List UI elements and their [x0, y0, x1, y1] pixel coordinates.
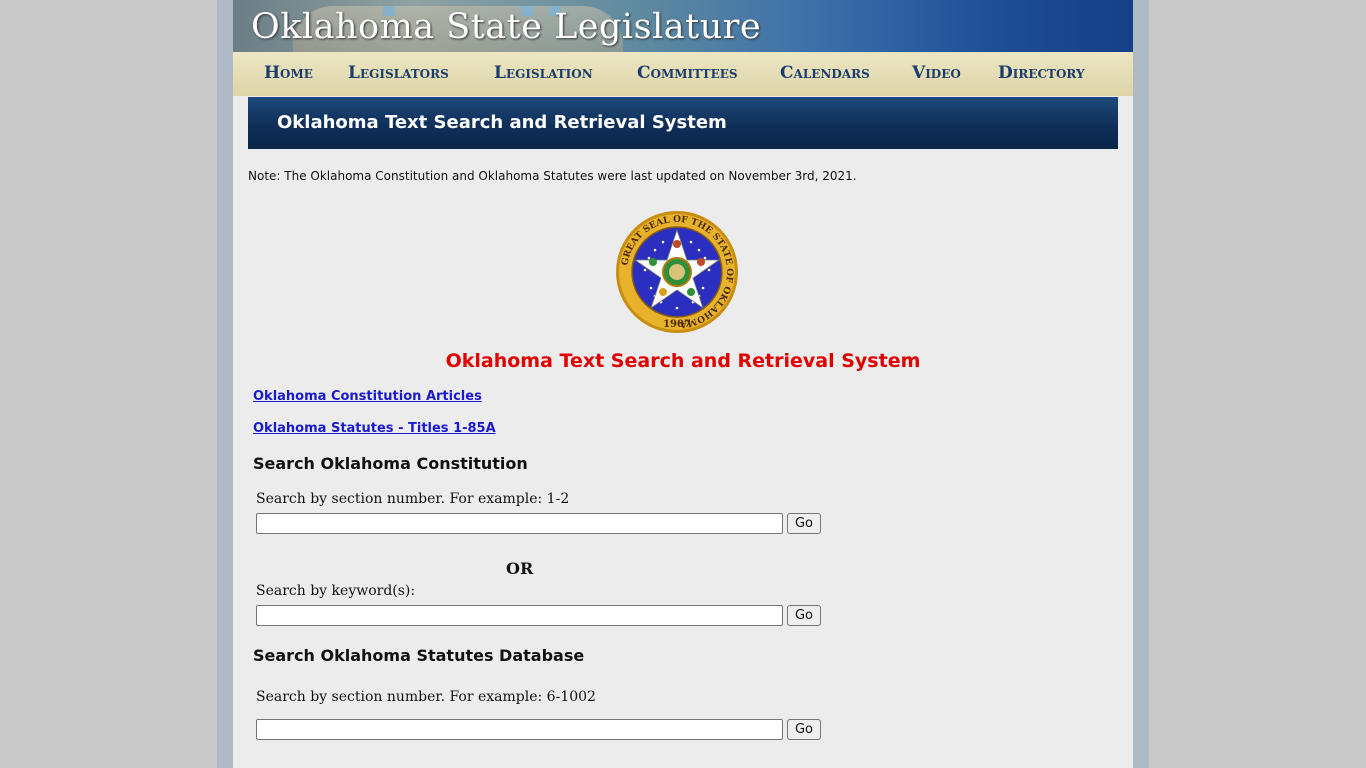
section-header: Oklahoma Text Search and Retrieval Syste…: [248, 97, 1118, 149]
page-container: Oklahoma State Legislature Home Legislat…: [233, 0, 1133, 768]
constitution-section-go-button[interactable]: Go: [787, 513, 821, 534]
nav-committees[interactable]: Committees: [637, 63, 738, 83]
nav-directory[interactable]: Directory: [998, 63, 1085, 83]
statutes-section-go-button[interactable]: Go: [787, 719, 821, 740]
constitution-keyword-go-button[interactable]: Go: [787, 605, 821, 626]
statutes-section-input[interactable]: [256, 719, 783, 740]
left-page-shadow: [217, 0, 233, 768]
nav-legislation[interactable]: Legislation: [494, 63, 593, 83]
oklahoma-seal-icon: GREAT SEAL OF THE STATE OF OKLAHOMA 1907: [616, 211, 738, 333]
right-page-shadow: [1133, 0, 1149, 768]
constitution-keyword-label: Search by keyword(s):: [256, 583, 416, 599]
page-title: Oklahoma Text Search and Retrieval Syste…: [445, 350, 921, 372]
main-nav: Home Legislators Legislation Committees …: [233, 52, 1133, 96]
site-banner: Oklahoma State Legislature: [233, 0, 1133, 52]
nav-legislators[interactable]: Legislators: [348, 63, 449, 83]
statutes-section-label: Search by section number. For example: 6…: [256, 689, 596, 705]
nav-home[interactable]: Home: [264, 63, 313, 83]
constitution-search-heading: Search Oklahoma Constitution: [253, 454, 528, 473]
section-header-title: Oklahoma Text Search and Retrieval Syste…: [277, 112, 727, 133]
constitution-keyword-input[interactable]: [256, 605, 783, 626]
update-note: Note: The Oklahoma Constitution and Okla…: [248, 169, 857, 183]
constitution-section-input[interactable]: [256, 513, 783, 534]
nav-video[interactable]: Video: [912, 63, 961, 83]
statutes-search-heading: Search Oklahoma Statutes Database: [253, 646, 585, 665]
nav-calendars[interactable]: Calendars: [780, 63, 870, 83]
svg-text:1907: 1907: [663, 319, 691, 330]
or-separator: OR: [506, 559, 534, 578]
constitution-articles-link[interactable]: Oklahoma Constitution Articles: [253, 389, 482, 404]
constitution-section-label: Search by section number. For example: 1…: [256, 491, 570, 507]
site-title[interactable]: Oklahoma State Legislature: [251, 7, 761, 47]
statutes-titles-link[interactable]: Oklahoma Statutes - Titles 1-85A: [253, 421, 496, 436]
